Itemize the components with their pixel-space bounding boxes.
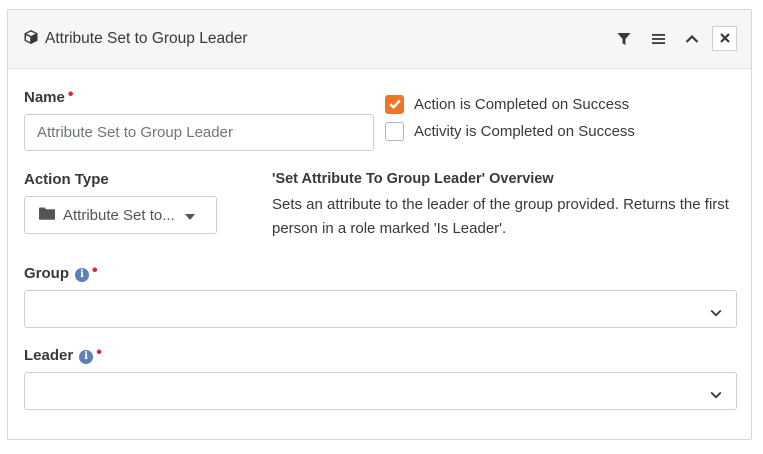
chevron-down-icon [710, 386, 722, 404]
leader-select[interactable] [24, 372, 737, 410]
action-type-label: Action Type [24, 171, 109, 188]
menu-icon[interactable] [649, 29, 669, 49]
close-icon [719, 30, 730, 48]
chevron-down-icon [710, 304, 722, 322]
checkbox-label: Activity is Completed on Success [414, 122, 635, 140]
activity-completed-checkbox[interactable]: Activity is Completed on Success [385, 121, 635, 141]
checkbox-label: Action is Completed on Success [414, 95, 630, 113]
panel-title: Attribute Set to Group Leader [45, 30, 248, 47]
folder-icon [39, 207, 55, 224]
required-indicator: • [67, 86, 74, 103]
info-icon[interactable]: i [75, 268, 89, 282]
group-select[interactable] [24, 290, 737, 328]
panel-header: Attribute Set to Group Leader [8, 10, 751, 69]
name-label: Name • [24, 86, 74, 106]
checkbox-unchecked[interactable] [385, 121, 404, 141]
close-button[interactable] [712, 26, 737, 51]
action-type-picker[interactable]: Attribute Set to... [24, 196, 217, 234]
collapse-icon[interactable] [682, 29, 702, 49]
info-icon[interactable]: i [79, 350, 94, 364]
cube-icon [23, 29, 41, 47]
filter-icon[interactable] [614, 29, 634, 49]
action-completed-checkbox[interactable]: Action is Completed on Success [385, 94, 629, 114]
name-input[interactable]: Attribute Set to Group Leader [24, 114, 374, 151]
group-label: Group i • [24, 262, 98, 282]
checkbox-checked[interactable] [385, 94, 404, 114]
action-type-value: Attribute Set to... [63, 206, 175, 224]
workflow-action-panel: Attribute Set to Group Leader Name • Attr… [7, 9, 752, 440]
overview-text: Sets an attribute to the leader of the g… [272, 196, 729, 237]
required-indicator: • [96, 344, 102, 361]
required-indicator: • [92, 262, 98, 279]
caret-down-icon [184, 207, 195, 224]
leader-label: Leader i • [24, 344, 102, 364]
overview-title: 'Set Attribute To Group Leader' Overview [272, 171, 554, 187]
